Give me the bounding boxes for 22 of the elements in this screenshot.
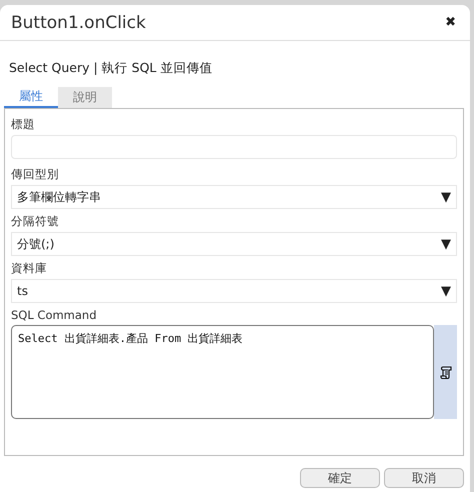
caret-icon: ▼ — [441, 236, 451, 252]
field-label: SQL Command — [11, 308, 98, 322]
dropdown[interactable]: 多筆欄位轉字串 ▼ — [11, 185, 457, 209]
input-field[interactable] — [11, 135, 457, 159]
script-button[interactable] — [434, 325, 457, 419]
dialog-button[interactable]: 取消 — [384, 468, 464, 488]
dropdown[interactable]: ts ▼ — [11, 279, 457, 303]
caret-icon: ▼ — [441, 190, 451, 204]
tab[interactable]: 屬性 — [4, 87, 58, 108]
code-field[interactable]: Select 出貨詳細表.產品 From 出貨詳細表 — [11, 325, 434, 419]
dialog-button[interactable]: 確定 — [300, 468, 380, 488]
scroll-icon — [440, 366, 452, 378]
field-label: 標題 — [11, 117, 36, 132]
caret-icon: ▼ — [441, 284, 451, 298]
close-icon[interactable]: ✖ — [445, 15, 456, 30]
subtitle: Select Query | 執行 SQL 並回傳值 — [8, 59, 214, 77]
tab[interactable]: 說明 — [58, 87, 112, 108]
dropdown[interactable]: 分號(;) ▼ — [11, 232, 457, 256]
field-label: 分隔符號 — [11, 214, 60, 229]
window-title: Button1.onClick — [11, 12, 146, 32]
field-label: 傳回型別 — [11, 167, 60, 182]
field-label: 資料庫 — [11, 261, 48, 276]
